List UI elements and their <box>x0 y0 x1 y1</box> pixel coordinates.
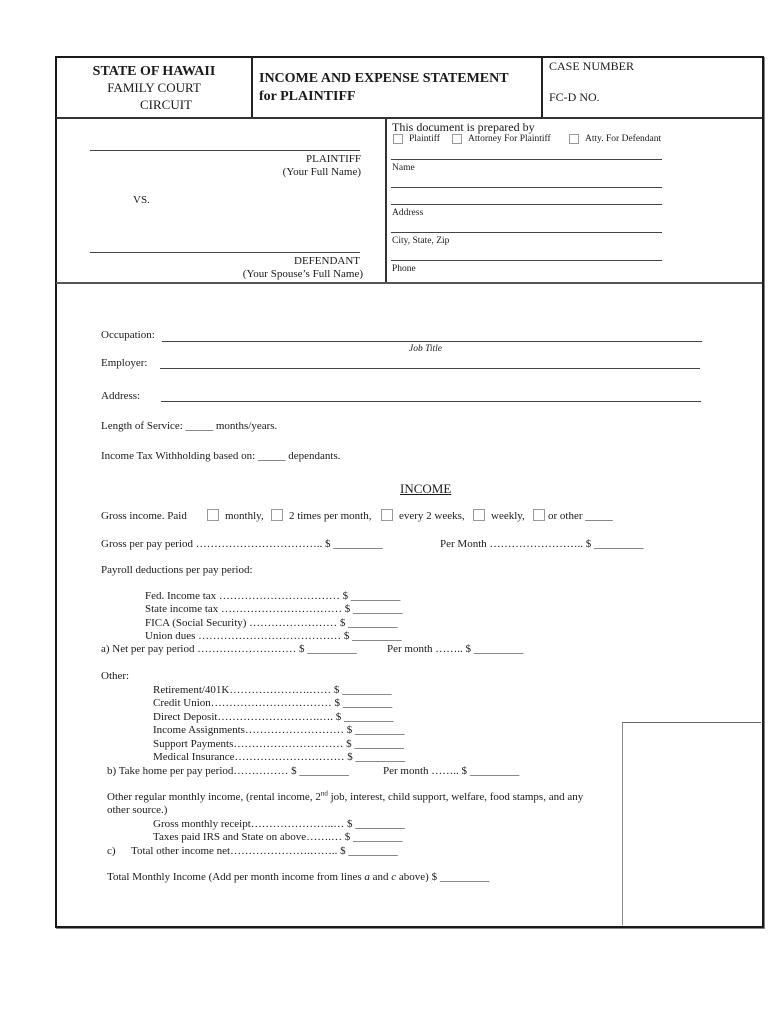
gross-monthly-receipt-row[interactable]: Gross monthly receipt…………………..… $ ______… <box>153 818 405 831</box>
preparer-city-state-zip-label: City, State, Zip <box>392 236 450 246</box>
occupation-field[interactable] <box>162 341 702 342</box>
length-of-service-row: Length of Service: _____ months/years. <box>101 420 277 433</box>
income-section-title: INCOME <box>400 481 452 496</box>
payroll-deductions-label: Payroll deductions per pay period: <box>101 564 253 576</box>
prepared-by-attorney-plaintiff-checkbox[interactable] <box>452 134 462 144</box>
employer-field[interactable] <box>160 368 700 369</box>
other-income-assignments[interactable]: Income Assignments……………………… $ _________ <box>153 724 404 737</box>
net-per-month-row[interactable]: Per month …….. $ _________ <box>387 643 523 656</box>
preparer-name-label: Name <box>392 163 415 173</box>
case-number-label: CASE NUMBER <box>549 59 635 73</box>
header-divider-2 <box>541 57 543 117</box>
other-regular-income-line2: other source.) <box>107 804 168 816</box>
preparer-phone-label: Phone <box>392 264 416 274</box>
parties-divider <box>385 118 387 282</box>
court-state: STATE OF HAWAII <box>92 64 216 79</box>
form-title-line1: INCOME AND EXPENSE STATEMENT <box>259 71 509 86</box>
other-regular-income-line1: Other regular monthly income, (rental in… <box>107 789 584 804</box>
freq-twice-monthly-checkbox[interactable] <box>271 509 283 521</box>
deduction-state-income-tax[interactable]: State income tax …………………………… $ _________ <box>145 603 403 616</box>
circuit-label: CIRCUIT <box>140 97 192 112</box>
prepared-by-attorney-defendant-label: Atty. For Defendant <box>585 134 662 144</box>
vs-label: VS. <box>133 194 150 206</box>
and-text: and <box>369 871 392 883</box>
freq-biweekly-checkbox[interactable] <box>381 509 393 521</box>
freq-twice-monthly-label: 2 times per month, <box>289 510 372 522</box>
withholding-row: Income Tax Withholding based on: _____ d… <box>101 450 340 463</box>
freq-other-label: or other _____ <box>548 510 613 522</box>
header-bottom-rule <box>56 117 762 119</box>
address-label: Address: <box>101 390 141 402</box>
defendant-hint: (Your Spouse’s Full Name) <box>242 268 363 280</box>
defendant-name-field[interactable] <box>90 252 360 253</box>
gross-per-month-row[interactable]: Per Month …………………….. $ _________ <box>440 538 644 551</box>
deduction-union-dues[interactable]: Union dues ………………………………… $ _________ <box>145 630 402 643</box>
freq-monthly-label: monthly, <box>225 510 264 522</box>
other-support-payments[interactable]: Support Payments………………………… $ _________ <box>153 738 404 751</box>
other-label: Other: <box>101 670 130 682</box>
other-medical-insurance[interactable]: Medical Insurance………………………… $ _________ <box>153 751 405 764</box>
deduction-fica[interactable]: FICA (Social Security) …………………… $ ______… <box>145 617 398 630</box>
prepared-by-attorney-plaintiff-label: Attorney For Plaintiff <box>468 134 551 144</box>
plaintiff-label: PLAINTIFF <box>305 153 361 165</box>
gross-paid-label: Gross income. Paid <box>101 510 187 522</box>
total-monthly-text: Total Monthly Income (Add per month inco… <box>107 871 365 883</box>
preparer-phone-field[interactable] <box>391 260 662 261</box>
ordinal-suffix: nd <box>320 789 328 798</box>
employer-label: Employer: <box>101 357 148 369</box>
other-retirement-401k[interactable]: Retirement/401K………………….…… $ _________ <box>153 684 392 697</box>
freq-weekly-label: weekly, <box>491 510 525 522</box>
take-home-per-month-row[interactable]: Per month …….. $ _________ <box>383 765 519 778</box>
other-direct-deposit[interactable]: Direct Deposit……………………….…. $ _________ <box>153 711 393 724</box>
taxes-paid-row[interactable]: Taxes paid IRS and State on above…….… $ … <box>153 831 402 844</box>
take-home-per-pay-period-row[interactable]: b) Take home per pay period…………… $ _____… <box>107 765 349 778</box>
preparer-address-label: Address <box>392 208 424 218</box>
length-of-service-label: Length of Service: <box>101 420 183 432</box>
withholding-unit: dependants. <box>288 450 341 462</box>
prepared-by-attorney-defendant-checkbox[interactable] <box>569 134 579 144</box>
side-notes-box <box>622 722 761 925</box>
other-regular-income-text-b: job, interest, child support, welfare, f… <box>327 791 584 803</box>
preparer-address-field-2[interactable] <box>391 204 662 205</box>
employer-address-field[interactable] <box>161 401 701 402</box>
defendant-label: DEFENDANT <box>294 255 360 267</box>
other-credit-union[interactable]: Credit Union…………………………… $ _________ <box>153 697 392 710</box>
net-per-pay-period-row[interactable]: a) Net per pay period ……………………… $ ______… <box>101 643 357 656</box>
other-regular-income-text-a: Other regular monthly income, (rental in… <box>107 791 321 803</box>
gross-per-pay-period-row[interactable]: Gross per pay period …………………………….. $ ___… <box>101 538 383 551</box>
prepared-by-heading: This document is prepared by <box>392 120 535 134</box>
court-name: FAMILY COURT <box>107 80 201 95</box>
withholding-dependants-field[interactable]: _____ <box>258 450 286 462</box>
freq-biweekly-label: every 2 weeks, <box>399 510 465 522</box>
plaintiff-name-field[interactable] <box>90 150 360 151</box>
preparer-address-field-1[interactable] <box>391 187 662 188</box>
job-title-hint: Job Title <box>409 344 442 354</box>
preparer-name-field[interactable] <box>391 159 662 160</box>
deduction-fed-income-tax[interactable]: Fed. Income tax …………………………… $ _________ <box>145 590 400 603</box>
freq-weekly-checkbox[interactable] <box>473 509 485 521</box>
preparer-city-state-zip-field[interactable] <box>391 232 662 233</box>
freq-other-checkbox[interactable] <box>533 509 545 521</box>
form-title-line2: for PLAINTIFF <box>259 89 356 104</box>
length-of-service-field[interactable]: _____ <box>186 420 214 432</box>
fcd-number-label: FC-D NO. <box>549 90 600 104</box>
prepared-by-plaintiff-label: Plaintiff <box>409 134 440 144</box>
total-other-income-net-row[interactable]: Total other income net………………….…….. $ ___… <box>131 845 398 858</box>
total-other-marker: c) <box>107 845 116 857</box>
withholding-label: Income Tax Withholding based on: <box>101 450 256 462</box>
occupation-label: Occupation: <box>101 329 155 341</box>
parties-bottom-rule <box>56 282 762 284</box>
freq-monthly-checkbox[interactable] <box>207 509 219 521</box>
prepared-by-plaintiff-checkbox[interactable] <box>393 134 403 144</box>
total-monthly-field[interactable]: above) $ _________ <box>396 871 489 883</box>
plaintiff-hint: (Your Full Name) <box>282 166 361 178</box>
length-of-service-unit: months/years. <box>215 420 278 432</box>
total-monthly-income-row[interactable]: Total Monthly Income (Add per month inco… <box>107 871 489 884</box>
